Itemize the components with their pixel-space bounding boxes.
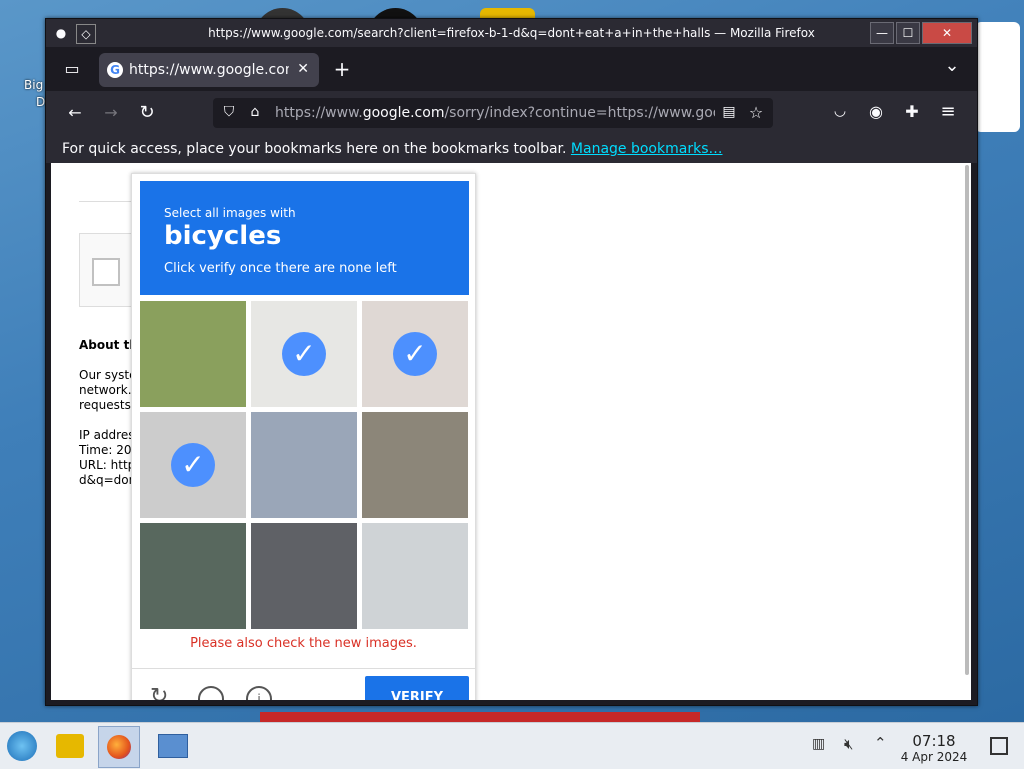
taskbar-files[interactable]	[50, 726, 90, 766]
navigation-toolbar: ← → ↻ ⛉ ⌂ https://www.google.com/sorry/i…	[46, 91, 977, 135]
menu-icon[interactable]: ≡	[938, 101, 958, 122]
url-line: URL: http	[79, 458, 136, 472]
start-orb-icon	[7, 731, 37, 761]
clock-date: 4 Apr 2024	[900, 750, 968, 764]
help-info-icon[interactable]: i	[246, 686, 272, 700]
selected-check-icon: ✓	[282, 332, 326, 376]
close-button[interactable]: ✕	[922, 22, 972, 44]
bookmarks-message: For quick access, place your bookmarks h…	[62, 141, 723, 157]
title-bar[interactable]: ● ◇ https://www.google.com/search?client…	[46, 19, 977, 47]
folder-icon	[56, 734, 84, 758]
firefox-view-icon[interactable]: ▭	[62, 59, 82, 78]
tab-active[interactable]: G https://www.google.com/sorry/index ✕	[99, 53, 319, 87]
minimize-button[interactable]: —	[870, 22, 894, 44]
query-line: d&q=don	[79, 473, 137, 487]
reader-view-icon[interactable]: ▤	[721, 104, 737, 120]
ip-address-line: IP addres	[79, 428, 135, 442]
tab-list-chevron-icon[interactable]: ⌄	[942, 55, 962, 76]
google-favicon-icon: G	[107, 62, 123, 78]
about-heading: About th	[79, 338, 138, 352]
taskbar-firefox[interactable]	[98, 726, 140, 768]
monitor-icon	[158, 734, 188, 758]
image-tile-car[interactable]	[251, 523, 357, 629]
back-button[interactable]: ←	[64, 103, 86, 122]
image-tile-storefront[interactable]	[251, 412, 357, 518]
image-tile-parking-lot[interactable]	[362, 523, 468, 629]
divider	[79, 201, 139, 202]
clipboard-icon[interactable]: ▥	[812, 736, 828, 754]
desktop-widget	[975, 22, 1020, 132]
image-tile-bridge[interactable]	[140, 301, 246, 407]
extensions-icon[interactable]: ✚	[902, 102, 922, 121]
image-tile-stairs[interactable]	[140, 523, 246, 629]
selected-check-icon: ✓	[393, 332, 437, 376]
shield-icon[interactable]: ⛉	[221, 104, 237, 120]
desktop-decoration	[260, 712, 700, 722]
url-bar[interactable]: ⛉ ⌂ https://www.google.com/sorry/index?c…	[213, 98, 773, 128]
window-title: https://www.google.com/search?client=fir…	[208, 26, 815, 40]
muted-speaker-icon[interactable]: 🔇︎	[844, 735, 864, 753]
time-line: Time: 20	[79, 443, 132, 457]
clock[interactable]: 07:18 4 Apr 2024	[893, 732, 975, 764]
error-message: Please also check the new images.	[190, 636, 417, 651]
clock-time: 07:18	[912, 732, 956, 750]
selected-check-icon: ✓	[171, 443, 215, 487]
challenge-header: Select all images with bicycles Click ve…	[140, 181, 469, 295]
tab-title: https://www.google.com/sorry/index	[129, 62, 289, 78]
footer-divider	[132, 668, 475, 669]
verify-button[interactable]: VERIFY	[365, 676, 469, 700]
lock-icon[interactable]: ⌂	[247, 104, 263, 120]
challenge-instruction: Select all images with	[164, 206, 296, 220]
bookmark-star-icon[interactable]: ☆	[747, 103, 765, 122]
challenge-hint: Click verify once there are none left	[164, 261, 397, 276]
pocket-icon[interactable]: ◡	[830, 103, 850, 119]
url-text[interactable]: https://www.google.com/sorry/index?conti…	[275, 105, 715, 121]
account-icon[interactable]: ◉	[866, 102, 886, 121]
tab-bar: ▭ G https://www.google.com/sorry/index ✕…	[46, 47, 977, 91]
challenge-target: bicycles	[164, 221, 282, 251]
tray-expand-chevron-icon[interactable]: ⌃	[874, 734, 890, 752]
show-desktop-icon[interactable]	[990, 737, 1008, 755]
forward-button[interactable]: →	[100, 103, 122, 122]
recaptcha-box	[79, 233, 137, 307]
recaptcha-challenge: Select all images with bicycles Click ve…	[131, 173, 476, 700]
manage-bookmarks-link[interactable]: Manage bookmarks…	[571, 141, 723, 157]
taskbar-control-panel[interactable]	[152, 726, 192, 766]
firefox-taskbar-icon	[107, 735, 131, 759]
taskbar: ▥ 🔇︎ ⌃ 07:18 4 Apr 2024	[0, 722, 1024, 769]
reload-button[interactable]: ↻	[136, 102, 158, 123]
start-button[interactable]	[2, 726, 42, 766]
desktop-icon-label[interactable]: Big	[24, 78, 43, 92]
page-scrollbar[interactable]	[965, 165, 969, 675]
maximize-button[interactable]: ☐	[896, 22, 920, 44]
explanation-line-3: requests	[79, 398, 131, 412]
explanation-line-1: Our syste	[79, 368, 137, 382]
bookmarks-toolbar: For quick access, place your bookmarks h…	[46, 135, 977, 163]
reload-challenge-icon[interactable]: ↻	[150, 686, 172, 701]
firefox-window: ● ◇ https://www.google.com/search?client…	[45, 18, 978, 706]
image-tile-building[interactable]	[362, 412, 468, 518]
tab-close-icon[interactable]: ✕	[297, 61, 309, 77]
new-tab-button[interactable]: +	[330, 57, 354, 81]
explanation-line-2: network.	[79, 383, 132, 397]
audio-challenge-icon[interactable]	[198, 686, 224, 700]
not-robot-checkbox[interactable]	[92, 258, 120, 286]
page-content: About th Our syste network. requests IP …	[51, 163, 971, 700]
